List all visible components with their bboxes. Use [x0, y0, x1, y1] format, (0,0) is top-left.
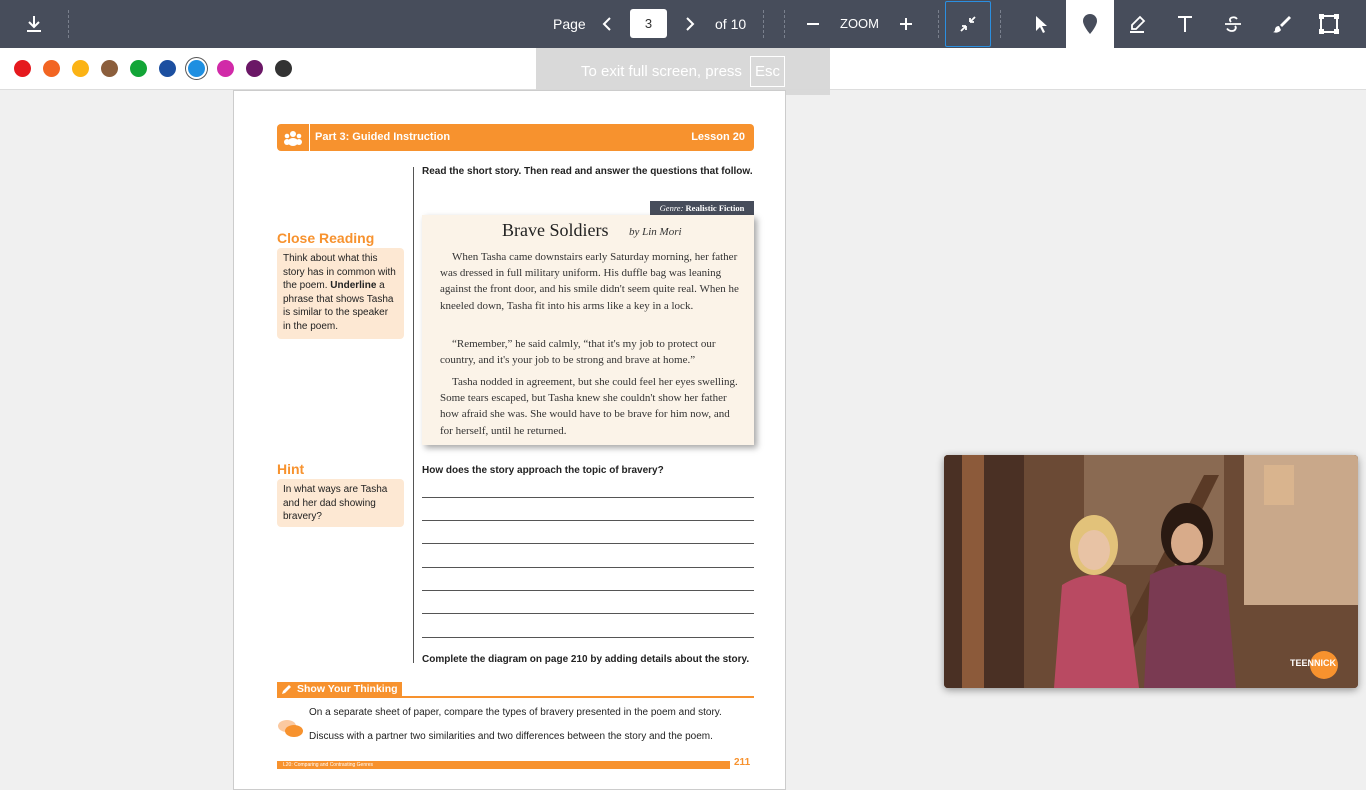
- diagram-note: Complete the diagram on page 210 by addi…: [422, 654, 750, 665]
- separator: [938, 10, 939, 38]
- download-button[interactable]: [14, 0, 54, 48]
- zoom-in-button[interactable]: [893, 0, 919, 48]
- instruction: Read the short story. Then read and answ…: [422, 166, 753, 177]
- hint-box: In what ways are Tasha and her dad showi…: [277, 479, 404, 527]
- color-swatch[interactable]: [14, 60, 31, 77]
- crop-icon: [1319, 14, 1339, 34]
- lesson-banner: Part 3: Guided Instruction Lesson 20: [277, 124, 754, 151]
- show-your-thinking-header: Show Your Thinking: [277, 682, 754, 698]
- toast-text: To exit full screen, press: [581, 63, 742, 80]
- highlighter-icon: [1130, 15, 1146, 33]
- pointer-icon: [1036, 16, 1047, 33]
- color-swatch[interactable]: [43, 60, 60, 77]
- genre-prefix: Genre:: [659, 203, 684, 213]
- story-title: Brave Soldiers: [502, 220, 609, 240]
- story-paragraph: Tasha nodded in agreement, but she could…: [440, 376, 738, 437]
- video-player[interactable]: TEENNICK: [944, 455, 1358, 688]
- show-your-thinking-label: Show Your Thinking: [277, 682, 402, 697]
- download-icon: [27, 16, 41, 32]
- prev-page-button[interactable]: [595, 0, 619, 48]
- page-total: of 10: [715, 16, 747, 32]
- thinking-line-1: On a separate sheet of paper, compare th…: [309, 707, 722, 718]
- chevron-right-icon: [686, 17, 695, 31]
- plus-icon: [900, 18, 912, 30]
- highlighter-tool-button[interactable]: [1114, 0, 1160, 48]
- text-tool-button[interactable]: [1162, 0, 1208, 48]
- banner-lesson: Lesson 20: [691, 131, 745, 143]
- exit-fullscreen-button[interactable]: [945, 1, 991, 47]
- answer-line[interactable]: [422, 543, 754, 544]
- document-page: Part 3: Guided Instruction Lesson 20 Rea…: [233, 90, 786, 790]
- brush-icon: [1273, 16, 1291, 33]
- story-author: by Lin Mori: [629, 226, 682, 238]
- page-number-input[interactable]: [630, 9, 667, 38]
- separator: [763, 10, 764, 38]
- question: How does the story approach the topic of…: [422, 465, 664, 476]
- pin-tool-button[interactable]: [1066, 0, 1114, 48]
- toolbar: Page of 10 ZOOM: [0, 0, 1366, 48]
- answer-line[interactable]: [422, 590, 754, 591]
- color-swatch[interactable]: [217, 60, 234, 77]
- banner-title: Part 3: Guided Instruction: [315, 131, 451, 143]
- close-reading-box: Think about what this story has in commo…: [277, 248, 404, 339]
- fullscreen-toast: To exit full screen, press Esc: [536, 48, 830, 95]
- strikethrough-tool-button[interactable]: [1210, 0, 1256, 48]
- brush-tool-button[interactable]: [1258, 0, 1304, 48]
- separator: [1000, 10, 1001, 38]
- network-watermark: TEENNICK: [1290, 658, 1337, 668]
- color-swatch[interactable]: [246, 60, 263, 77]
- page-label: Page: [553, 16, 586, 32]
- genre-value: Realistic Fiction: [685, 203, 745, 213]
- thinking-line-2: Discuss with a partner two similarities …: [309, 731, 713, 742]
- close-reading-title: Close Reading: [277, 230, 375, 246]
- color-swatch[interactable]: [72, 60, 89, 77]
- discussion-icon: [278, 720, 303, 737]
- answer-line[interactable]: [422, 637, 754, 638]
- strikethrough-icon: [1225, 16, 1241, 32]
- pencil-icon: [282, 685, 291, 694]
- answer-line[interactable]: [422, 613, 754, 614]
- separator: [784, 10, 785, 38]
- text-icon: [1178, 16, 1192, 32]
- hint-text: In what ways are Tasha and her dad showi…: [283, 484, 388, 522]
- page-number: 211: [734, 757, 751, 768]
- color-swatch[interactable]: [130, 60, 147, 77]
- divider: [413, 167, 414, 663]
- hint-title: Hint: [277, 461, 305, 477]
- answer-line[interactable]: [422, 497, 754, 498]
- genre-tag: Genre: Realistic Fiction: [650, 201, 754, 215]
- story-card: Brave Soldiers by Lin Mori When Tasha ca…: [422, 215, 754, 445]
- story-paragraph: When Tasha came downstairs early Saturda…: [440, 251, 739, 312]
- zoom-label: ZOOM: [840, 16, 879, 31]
- color-swatch[interactable]: [159, 60, 176, 77]
- select-tool-button[interactable]: [1018, 0, 1064, 48]
- answer-line[interactable]: [422, 520, 754, 521]
- separator: [68, 10, 69, 38]
- answer-line[interactable]: [422, 567, 754, 568]
- esc-key-label: Esc: [749, 56, 785, 87]
- chevron-left-icon: [602, 17, 611, 31]
- zoom-out-button[interactable]: [800, 0, 826, 48]
- story-paragraph: “Remember,” he said calmly, “that it's m…: [440, 338, 716, 367]
- video-frame: TEENNICK: [944, 455, 1358, 688]
- group-icon: [277, 124, 310, 151]
- color-swatch[interactable]: [101, 60, 118, 77]
- show-your-thinking-title: Show Your Thinking: [297, 683, 398, 695]
- collapse-icon: [960, 16, 976, 32]
- crop-tool-button[interactable]: [1306, 0, 1352, 48]
- pin-icon: [1083, 14, 1097, 34]
- next-page-button[interactable]: [678, 0, 702, 48]
- color-swatch[interactable]: [188, 60, 205, 77]
- color-swatch[interactable]: [275, 60, 292, 77]
- close-reading-bold: Underline: [330, 280, 377, 291]
- minus-icon: [807, 23, 819, 25]
